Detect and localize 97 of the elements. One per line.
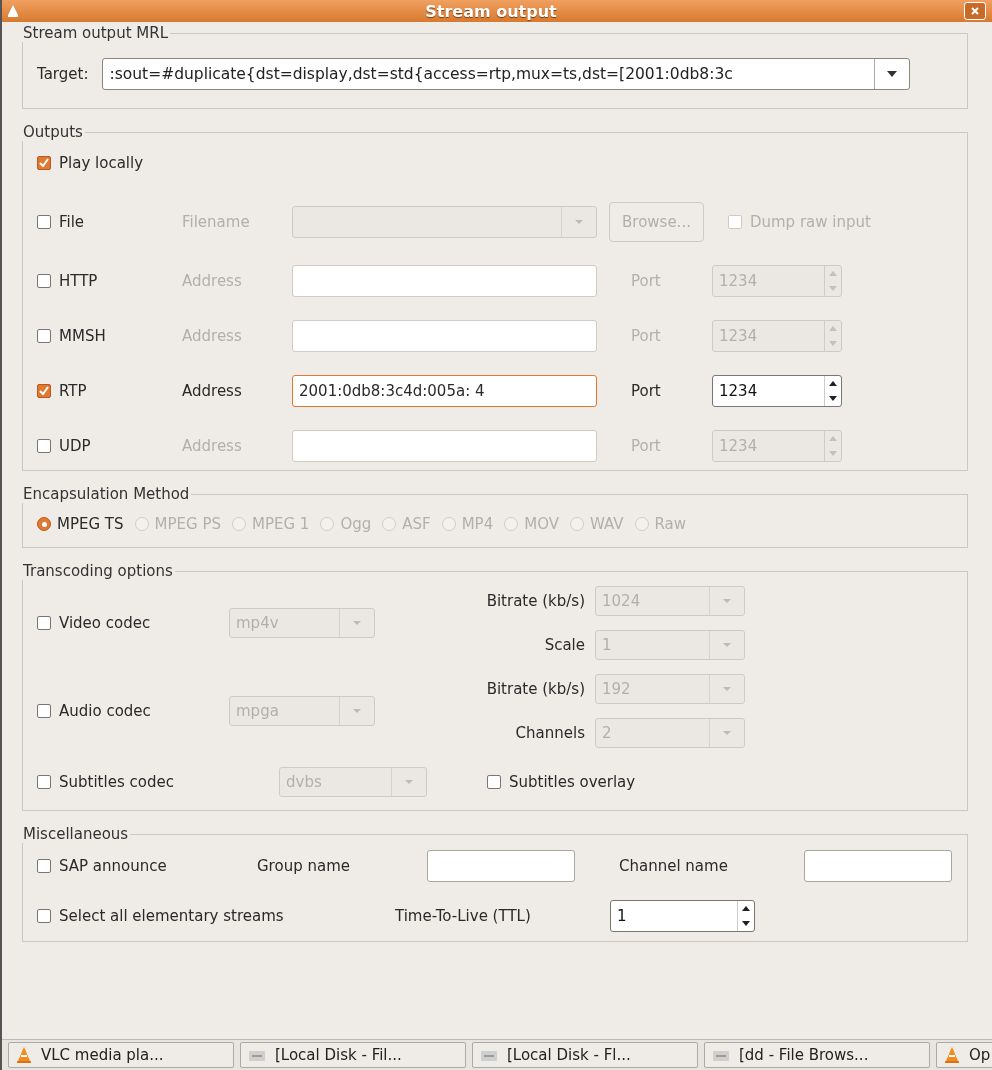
checkbox[interactable] [487, 775, 501, 789]
caret-icon [353, 621, 361, 625]
param-label: Bitrate (kb/s) [486, 680, 585, 698]
param-dropdown[interactable]: 192 [595, 674, 745, 704]
param-dropdown[interactable]: 2 [595, 718, 745, 748]
group-title: Encapsulation Method [22, 485, 191, 503]
field-label: Filename [182, 213, 251, 231]
channel-name-label: Channel name [618, 857, 729, 875]
radio-label: Raw [654, 515, 687, 533]
traffic-cone-icon [945, 1047, 959, 1063]
checkbox-label: Video codec [59, 614, 151, 632]
checkbox-label: Audio codec [59, 702, 151, 720]
checkbox-label: SAP announce [59, 857, 167, 875]
checkbox[interactable] [37, 384, 51, 398]
window-title: Stream output [425, 1, 557, 21]
checkbox[interactable] [37, 859, 51, 873]
caret-icon [723, 731, 731, 735]
checkbox-label: MMSH [59, 327, 106, 345]
checkbox-label: Play locally [59, 154, 144, 172]
radio-label: MPEG TS [57, 515, 124, 533]
taskbar-button[interactable]: Op [936, 1042, 992, 1068]
down-arrow-icon[interactable] [829, 396, 837, 401]
radio-label: ASF [402, 515, 431, 533]
port-label: Port [630, 382, 662, 400]
checkbox-label: Subtitles codec [59, 773, 174, 791]
checkbox-label: File [59, 213, 85, 231]
codec-dropdown[interactable]: mpga [229, 696, 375, 726]
filename-field[interactable] [292, 206, 597, 238]
spin-box[interactable]: 1234 [712, 375, 842, 407]
checkbox-label: Subtitles overlay [509, 773, 636, 791]
param-dropdown[interactable]: 1024 [595, 586, 745, 616]
radio-label: MP4 [461, 515, 494, 533]
field-label: Address [182, 437, 243, 455]
checkbox-label: UDP [59, 437, 91, 455]
taskbar-button[interactable]: [Local Disk - Fl... [472, 1042, 698, 1068]
caret-icon [575, 220, 583, 224]
radio-label: MPEG PS [154, 515, 221, 533]
radio-label: MPEG 1 [252, 515, 310, 533]
ttl-label: Time-To-Live (TTL) [394, 907, 532, 925]
field-label: Address [182, 382, 243, 400]
port-label: Port [630, 327, 662, 345]
taskbar-button[interactable]: VLC media pla... [8, 1042, 234, 1068]
checkbox[interactable] [37, 704, 51, 718]
address-field[interactable]: 2001:0db8:3c4d:005a: 4 [292, 375, 597, 407]
spin-box[interactable]: 1 [610, 900, 755, 932]
caret-icon [887, 71, 898, 77]
group-name-label: Group name [257, 857, 351, 875]
field-label: Address [182, 327, 243, 345]
down-arrow-icon[interactable] [742, 921, 750, 926]
radio-label: WAV [589, 515, 624, 533]
codec-dropdown[interactable]: mp4v [229, 608, 375, 638]
target-field[interactable]: :sout=#duplicate{dst=display,dst=std{access=rtp,mux=ts,dst=[2001:0db8:3c [102, 58, 911, 90]
traffic-cone-icon [8, 5, 18, 17]
group-title: Stream output MRL [22, 24, 169, 42]
drive-icon [713, 1049, 729, 1061]
caret-icon [405, 780, 413, 784]
channel-name-field[interactable] [804, 850, 952, 882]
checkbox[interactable] [37, 775, 51, 789]
traffic-cone-icon [17, 1047, 31, 1063]
checkbox[interactable] [37, 909, 51, 923]
caret-icon [723, 643, 731, 647]
address-field[interactable] [292, 430, 597, 462]
checkbox-label: Select all elementary streams [59, 907, 284, 925]
radio-label: MOV [524, 515, 559, 533]
port-label: Port [630, 272, 662, 290]
checkbox[interactable] [37, 616, 51, 630]
field-label: Address [182, 272, 243, 290]
checkbox-label: HTTP [59, 272, 98, 290]
caret-icon [723, 599, 731, 603]
target-label: Target: [37, 65, 89, 83]
group-name-field[interactable] [427, 850, 575, 882]
radio-button[interactable] [37, 517, 51, 531]
group-title: Transcoding options [22, 562, 174, 580]
param-label: Bitrate (kb/s) [486, 592, 585, 610]
taskbar-button[interactable]: [dd - File Brows... [704, 1042, 930, 1068]
address-field[interactable] [292, 265, 597, 297]
close-button[interactable] [964, 2, 986, 20]
port-label: Port [630, 437, 662, 455]
checkbox-label: RTP [59, 382, 87, 400]
drive-icon [481, 1049, 497, 1061]
caret-icon [723, 687, 731, 691]
group-title: Outputs [22, 123, 84, 141]
group-title: Miscellaneous [22, 825, 130, 843]
drive-icon [249, 1049, 265, 1061]
param-label: Channels [515, 724, 585, 742]
caret-icon [353, 709, 361, 713]
checkbox-label: Dump raw input [749, 213, 871, 231]
up-arrow-icon[interactable] [742, 906, 750, 911]
up-arrow-icon[interactable] [829, 381, 837, 386]
taskbar-button[interactable]: [Local Disk - Fil... [240, 1042, 466, 1068]
codec-dropdown[interactable]: dvbs [279, 767, 427, 797]
param-dropdown[interactable]: 1 [595, 630, 745, 660]
param-label: Scale [544, 636, 585, 654]
close-icon [971, 7, 979, 15]
radio-label: Ogg [340, 515, 372, 533]
address-field[interactable] [292, 320, 597, 352]
checkbox[interactable] [37, 156, 51, 170]
